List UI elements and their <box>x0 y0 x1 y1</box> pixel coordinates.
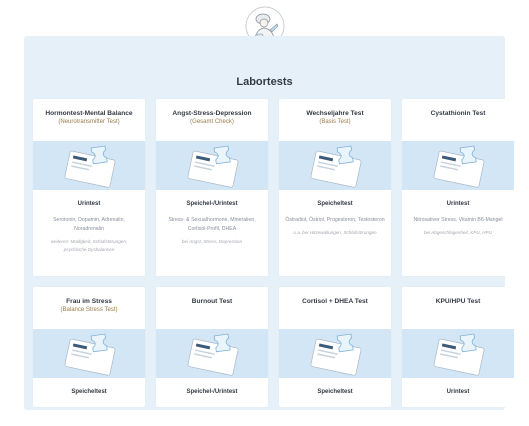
card-description: Nitrosativer Stress, Vitamin B6-Mangel <box>413 217 503 223</box>
test-kit-image[interactable] <box>156 141 268 190</box>
test-kit-image[interactable] <box>279 329 391 378</box>
card-header: Angst-Stress-Depression (Gesamt Check) <box>156 99 268 141</box>
card-test-type: Urintest <box>446 201 470 207</box>
card-title[interactable]: KPU/HPU Test <box>402 297 514 306</box>
card-test-type: Speicheltest <box>317 201 353 207</box>
test-kit-icon <box>310 145 362 188</box>
test-card[interactable]: Hormontest-Mental Balance (Neurotransmit… <box>33 99 145 276</box>
test-kit-image[interactable] <box>279 141 391 190</box>
test-card[interactable]: Cortisol + DHEA Test Speicheltest <box>279 287 391 407</box>
card-subtitle: (Gesamt Check) <box>190 119 234 125</box>
card-description: Östradiol, Östriol, Progesteron, Testost… <box>285 217 385 223</box>
test-kit-image[interactable] <box>402 329 514 378</box>
test-kit-icon <box>433 145 485 188</box>
card-subtitle: (Balance Stress Test) <box>60 307 118 313</box>
test-kit-icon <box>187 333 239 376</box>
card-header: KPU/HPU Test <box>402 287 514 329</box>
card-header: Cystathionin Test <box>402 99 514 141</box>
test-card[interactable]: Wechseljahre Test (Basis Test) Speichelt… <box>279 99 391 276</box>
card-header: Burnout Test <box>156 287 268 329</box>
card-title[interactable]: Hormontest-Mental Balance <box>33 109 145 118</box>
test-kit-image[interactable] <box>33 329 145 378</box>
card-test-type: Speicheltest <box>317 389 353 395</box>
card-header: Frau im Stress (Balance Stress Test) <box>33 287 145 329</box>
card-test-type: Speichel-/Urintest <box>186 389 238 395</box>
test-kit-image[interactable] <box>402 141 514 190</box>
card-note: weiteres: Müdigkeit, Schlafstörungen, ps… <box>50 239 128 252</box>
card-test-type: Speicheltest <box>71 389 107 395</box>
card-note: bei Angst, Stress, Depression <box>181 239 243 244</box>
card-title[interactable]: Angst-Stress-Depression <box>156 109 268 118</box>
card-description: Serotonin, Dopamin, Adrenalin, Noradrena… <box>53 217 125 232</box>
test-card[interactable]: Cystathionin Test Urintest Nitrosativer … <box>402 99 514 276</box>
test-card[interactable]: Frau im Stress (Balance Stress Test) Spe… <box>33 287 145 407</box>
card-title[interactable]: Cystathionin Test <box>402 109 514 118</box>
tests-grid: Hormontest-Mental Balance (Neurotransmit… <box>33 99 514 407</box>
card-description: Stress- & Sexualhormone, Mineralien, Cor… <box>168 217 256 232</box>
test-kit-icon <box>310 333 362 376</box>
card-subtitle: (Neurotransmitter Test) <box>58 119 120 125</box>
test-kit-icon <box>433 333 485 376</box>
test-card[interactable]: Angst-Stress-Depression (Gesamt Check) S… <box>156 99 268 276</box>
test-kit-image[interactable] <box>156 329 268 378</box>
card-title[interactable]: Wechseljahre Test <box>279 109 391 118</box>
card-note: bei Abgeschlagenheit, KPU, HPU <box>423 230 492 235</box>
card-note: u.a. bei Hitzewallungen, Schlafstörungen <box>293 230 377 235</box>
card-header: Cortisol + DHEA Test <box>279 287 391 329</box>
test-kit-image[interactable] <box>33 141 145 190</box>
card-header: Wechseljahre Test (Basis Test) <box>279 99 391 141</box>
card-test-type: Urintest <box>446 389 470 395</box>
card-test-type: Speichel-/Urintest <box>186 201 238 207</box>
section-title: Labortests <box>236 76 293 88</box>
test-kit-icon <box>187 145 239 188</box>
card-title[interactable]: Frau im Stress <box>33 297 145 306</box>
card-title[interactable]: Cortisol + DHEA Test <box>279 297 391 306</box>
test-kit-icon <box>64 145 116 188</box>
test-kit-icon <box>64 333 116 376</box>
test-card[interactable]: KPU/HPU Test Urintest <box>402 287 514 407</box>
card-header: Hormontest-Mental Balance (Neurotransmit… <box>33 99 145 141</box>
card-subtitle: (Basis Test) <box>319 119 351 125</box>
test-card[interactable]: Burnout Test Speichel-/Urintest <box>156 287 268 407</box>
card-title[interactable]: Burnout Test <box>156 297 268 306</box>
card-test-type: Urintest <box>77 201 101 207</box>
